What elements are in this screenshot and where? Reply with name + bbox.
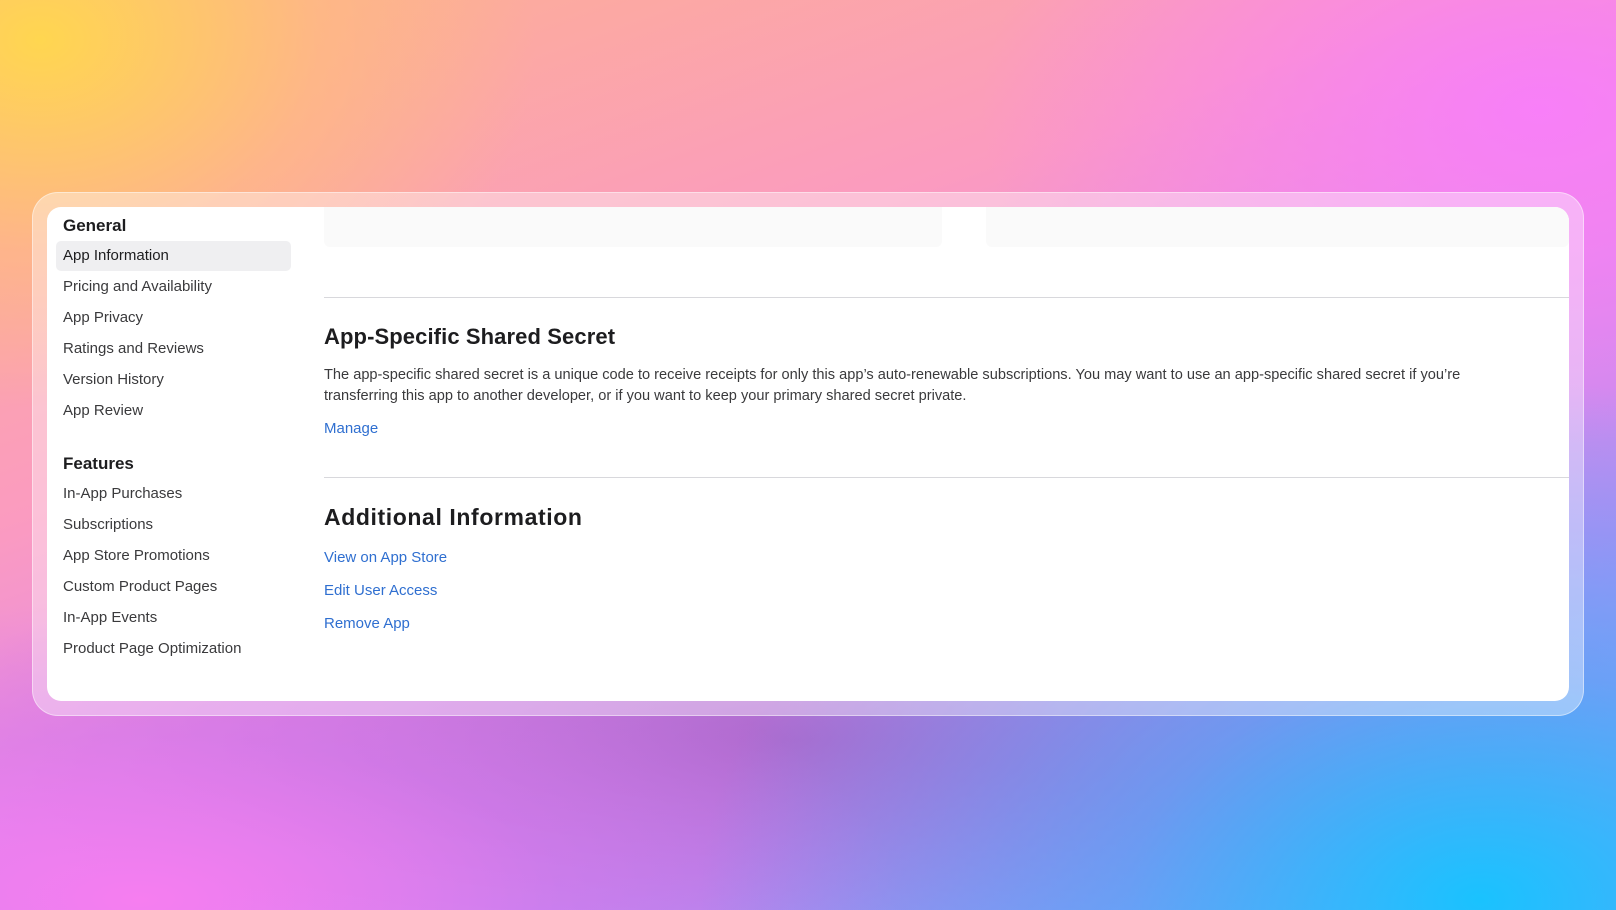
sidebar: General App Information Pricing and Avai… bbox=[47, 207, 307, 701]
section-divider bbox=[324, 297, 1569, 298]
edit-user-access-link[interactable]: Edit User Access bbox=[324, 582, 437, 599]
app-window: General App Information Pricing and Avai… bbox=[47, 207, 1569, 701]
additional-information-title: Additional Information bbox=[324, 504, 583, 530]
sidebar-item-ratings-and-reviews[interactable]: Ratings and Reviews bbox=[56, 334, 291, 364]
main-content: App-Specific Shared Secret The app-speci… bbox=[324, 207, 1569, 701]
sidebar-heading-features: Features bbox=[63, 454, 134, 473]
sidebar-item-app-review[interactable]: App Review bbox=[56, 396, 291, 426]
shared-secret-title: App-Specific Shared Secret bbox=[324, 324, 616, 349]
sidebar-item-app-privacy[interactable]: App Privacy bbox=[56, 303, 291, 333]
sidebar-item-app-store-promotions[interactable]: App Store Promotions bbox=[56, 541, 291, 571]
info-card-right bbox=[986, 207, 1569, 247]
sidebar-item-product-page-optimization[interactable]: Product Page Optimization bbox=[56, 634, 291, 664]
view-on-app-store-link[interactable]: View on App Store bbox=[324, 549, 447, 566]
sidebar-item-custom-product-pages[interactable]: Custom Product Pages bbox=[56, 572, 291, 602]
manage-shared-secret-link[interactable]: Manage bbox=[324, 420, 378, 437]
sidebar-heading-general: General bbox=[63, 216, 127, 235]
sidebar-item-version-history[interactable]: Version History bbox=[56, 365, 291, 395]
sidebar-item-in-app-purchases[interactable]: In-App Purchases bbox=[56, 479, 291, 509]
sidebar-item-pricing-and-availability[interactable]: Pricing and Availability bbox=[56, 272, 291, 302]
sidebar-item-in-app-events[interactable]: In-App Events bbox=[56, 603, 291, 633]
shared-secret-description: The app-specific shared secret is a uniq… bbox=[324, 367, 1461, 404]
sidebar-item-subscriptions[interactable]: Subscriptions bbox=[56, 510, 291, 540]
remove-app-link[interactable]: Remove App bbox=[324, 615, 410, 632]
sidebar-item-app-information[interactable]: App Information bbox=[56, 241, 291, 271]
info-card-left bbox=[324, 207, 942, 247]
section-divider bbox=[324, 477, 1569, 478]
